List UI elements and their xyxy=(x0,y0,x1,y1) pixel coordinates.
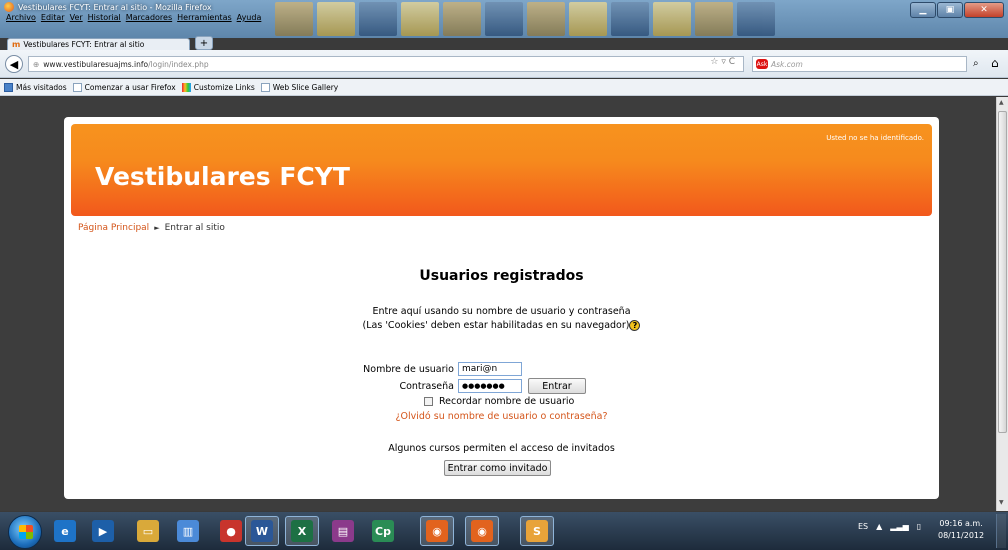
maximize-button[interactable]: ▣ xyxy=(937,2,963,18)
excel-icon[interactable]: X xyxy=(285,516,319,546)
new-tab-button[interactable]: + xyxy=(195,36,213,50)
menu-ver[interactable]: Ver xyxy=(70,13,83,22)
page-viewport: Usted no se ha identificado. Vestibulare… xyxy=(0,97,996,511)
menu-editar[interactable]: Editar xyxy=(41,13,65,22)
signal-icon[interactable]: ▂▃▅ xyxy=(890,522,908,531)
menu-historial[interactable]: Historial xyxy=(88,13,121,22)
remember-label: Recordar nombre de usuario xyxy=(439,396,575,407)
ask-logo: Ask xyxy=(756,59,768,69)
bookmark-star-icon[interactable]: ☆ ▿ C xyxy=(710,57,735,67)
clock-time: 09:16 a.m. xyxy=(939,519,983,528)
page-icon xyxy=(72,82,82,92)
guests-text: Algunos cursos permiten el acceso de inv… xyxy=(388,443,615,454)
firefox-icon[interactable]: ◉ xyxy=(420,516,454,546)
breadcrumb: Página Principal ► Entrar al sitio xyxy=(78,223,225,233)
globe-icon: ⊕ xyxy=(33,59,40,69)
window-title: Vestibulares FCYT: Entrar al sitio - Moz… xyxy=(18,2,212,12)
remember-row: Recordar nombre de usuario xyxy=(424,396,574,407)
taskbar: e ▶ ▭ ▥ ● W X ▤ Cp ◉ ◉ S ES ▲ ▂▃▅ ▯ 09:16 a.m. 08/1… xyxy=(0,512,1008,550)
help-icon[interactable]: ? xyxy=(629,320,641,331)
menu-marcadores[interactable]: Marcadores xyxy=(126,13,172,22)
scroll-up-icon[interactable]: ▲ xyxy=(999,99,1004,106)
search-icon[interactable]: ⌕ xyxy=(973,58,979,69)
tab-strip: m Vestibulares FCYT: Entrar al sitio + xyxy=(0,26,1008,50)
close-button[interactable]: ✕ xyxy=(964,2,1004,18)
media-icon[interactable]: ▶ xyxy=(90,518,116,544)
menu-bar: Archivo Editar Ver Historial Marcadores … xyxy=(6,13,261,22)
password-label: Contraseña xyxy=(399,380,454,392)
intro-line-1: Entre aquí usando su nombre de usuario y… xyxy=(372,306,631,317)
bookmark-customize-links[interactable]: Customize Links xyxy=(181,82,255,92)
scroll-thumb[interactable] xyxy=(998,111,1007,433)
tab-label: Vestibulares FCYT: Entrar al sitio xyxy=(23,40,145,49)
app-icon[interactable]: ▥ xyxy=(175,518,201,544)
bookmark-mas-visitados[interactable]: Más visitados xyxy=(4,82,67,92)
username-row: Nombre de usuario mari@n xyxy=(360,362,522,376)
username-label: Nombre de usuario xyxy=(363,363,454,375)
winrar-icon[interactable]: ▤ xyxy=(330,518,356,544)
firefox-icon xyxy=(4,2,14,12)
login-info: Usted no se ha identificado. xyxy=(826,134,924,142)
battery-icon[interactable]: ▯ xyxy=(917,522,921,531)
password-row: Contraseña ●●●●●●● Entrar xyxy=(360,378,586,394)
guest-login-button[interactable]: Entrar como invitado xyxy=(444,460,551,476)
firefox-icon-2[interactable]: ◉ xyxy=(465,516,499,546)
back-arrow-icon: ◀ xyxy=(9,57,19,71)
internet-explorer-icon[interactable]: e xyxy=(52,518,78,544)
explorer-folder-icon[interactable]: ▭ xyxy=(135,518,161,544)
remember-checkbox[interactable] xyxy=(424,397,433,406)
login-button[interactable]: Entrar xyxy=(528,378,586,394)
red-app-icon[interactable]: ● xyxy=(218,518,244,544)
vertical-scrollbar[interactable]: ▲ ▼ xyxy=(996,97,1008,511)
clock-date: 08/11/2012 xyxy=(938,531,985,540)
guest-row: Entrar como invitado xyxy=(444,460,551,476)
customize-icon xyxy=(181,82,191,92)
username-field[interactable]: mari@n xyxy=(458,362,522,376)
breadcrumb-separator-icon: ► xyxy=(154,224,160,232)
search-input[interactable]: Ask Ask.com xyxy=(752,56,967,72)
search-placeholder: Ask.com xyxy=(771,59,803,69)
windows-logo-icon xyxy=(19,525,33,539)
menu-ayuda[interactable]: Ayuda xyxy=(237,13,262,22)
app-icon-2[interactable]: S xyxy=(520,516,554,546)
address-bar[interactable]: ⊕ www.vestibularesuajms.info/login/index… xyxy=(28,56,744,72)
moodle-icon: m xyxy=(12,40,21,49)
bookmark-comenzar[interactable]: Comenzar a usar Firefox xyxy=(72,82,176,92)
home-icon[interactable]: ⌂ xyxy=(991,56,999,70)
captivate-icon[interactable]: Cp xyxy=(370,518,396,544)
minimize-button[interactable]: ▁ xyxy=(910,2,936,18)
tab-login[interactable]: m Vestibulares FCYT: Entrar al sitio xyxy=(7,38,190,50)
intro-text: Entre aquí usando su nombre de usuario y… xyxy=(64,305,939,333)
navigation-bar: ◀ ⊕ www.vestibularesuajms.info/login/ind… xyxy=(0,50,1008,78)
start-button[interactable] xyxy=(8,515,42,549)
breadcrumb-home-link[interactable]: Página Principal xyxy=(78,223,149,233)
show-desktop-button[interactable] xyxy=(996,514,1006,548)
bookmark-icon xyxy=(4,82,13,92)
password-field[interactable]: ●●●●●●● xyxy=(458,379,522,393)
section-title: Usuarios registrados xyxy=(419,268,584,284)
page-icon xyxy=(260,82,270,92)
back-button[interactable]: ◀ xyxy=(5,55,23,73)
url-host: www.vestibularesuajms.info xyxy=(43,59,149,69)
intro-line-2: (Las 'Cookies' deben estar habilitadas e… xyxy=(362,320,630,331)
language-indicator[interactable]: ES xyxy=(858,522,868,531)
url-path: /login/index.php xyxy=(148,59,209,69)
clock[interactable]: 09:16 a.m. 08/11/2012 xyxy=(938,518,984,542)
tray-expand-icon[interactable]: ▲ xyxy=(876,522,882,531)
site-title: Vestibulares FCYT xyxy=(95,162,350,191)
bookmark-web-slice[interactable]: Web Slice Gallery xyxy=(260,82,338,92)
forgot-password-link[interactable]: ¿Olvidó su nombre de usuario o contraseñ… xyxy=(64,411,939,422)
menu-archivo[interactable]: Archivo xyxy=(6,13,36,22)
menu-herramientas[interactable]: Herramientas xyxy=(177,13,232,22)
breadcrumb-current: Entrar al sitio xyxy=(164,223,225,233)
page-card: Usted no se ha identificado. Vestibulare… xyxy=(64,117,939,499)
header-banner: Usted no se ha identificado. Vestibulare… xyxy=(71,124,932,216)
scroll-down-icon[interactable]: ▼ xyxy=(999,499,1004,506)
system-tray: ES ▲ ▂▃▅ ▯ xyxy=(858,522,921,531)
bookmarks-bar: Más visitados Comenzar a usar Firefox Cu… xyxy=(0,79,1008,96)
word-icon[interactable]: W xyxy=(245,516,279,546)
